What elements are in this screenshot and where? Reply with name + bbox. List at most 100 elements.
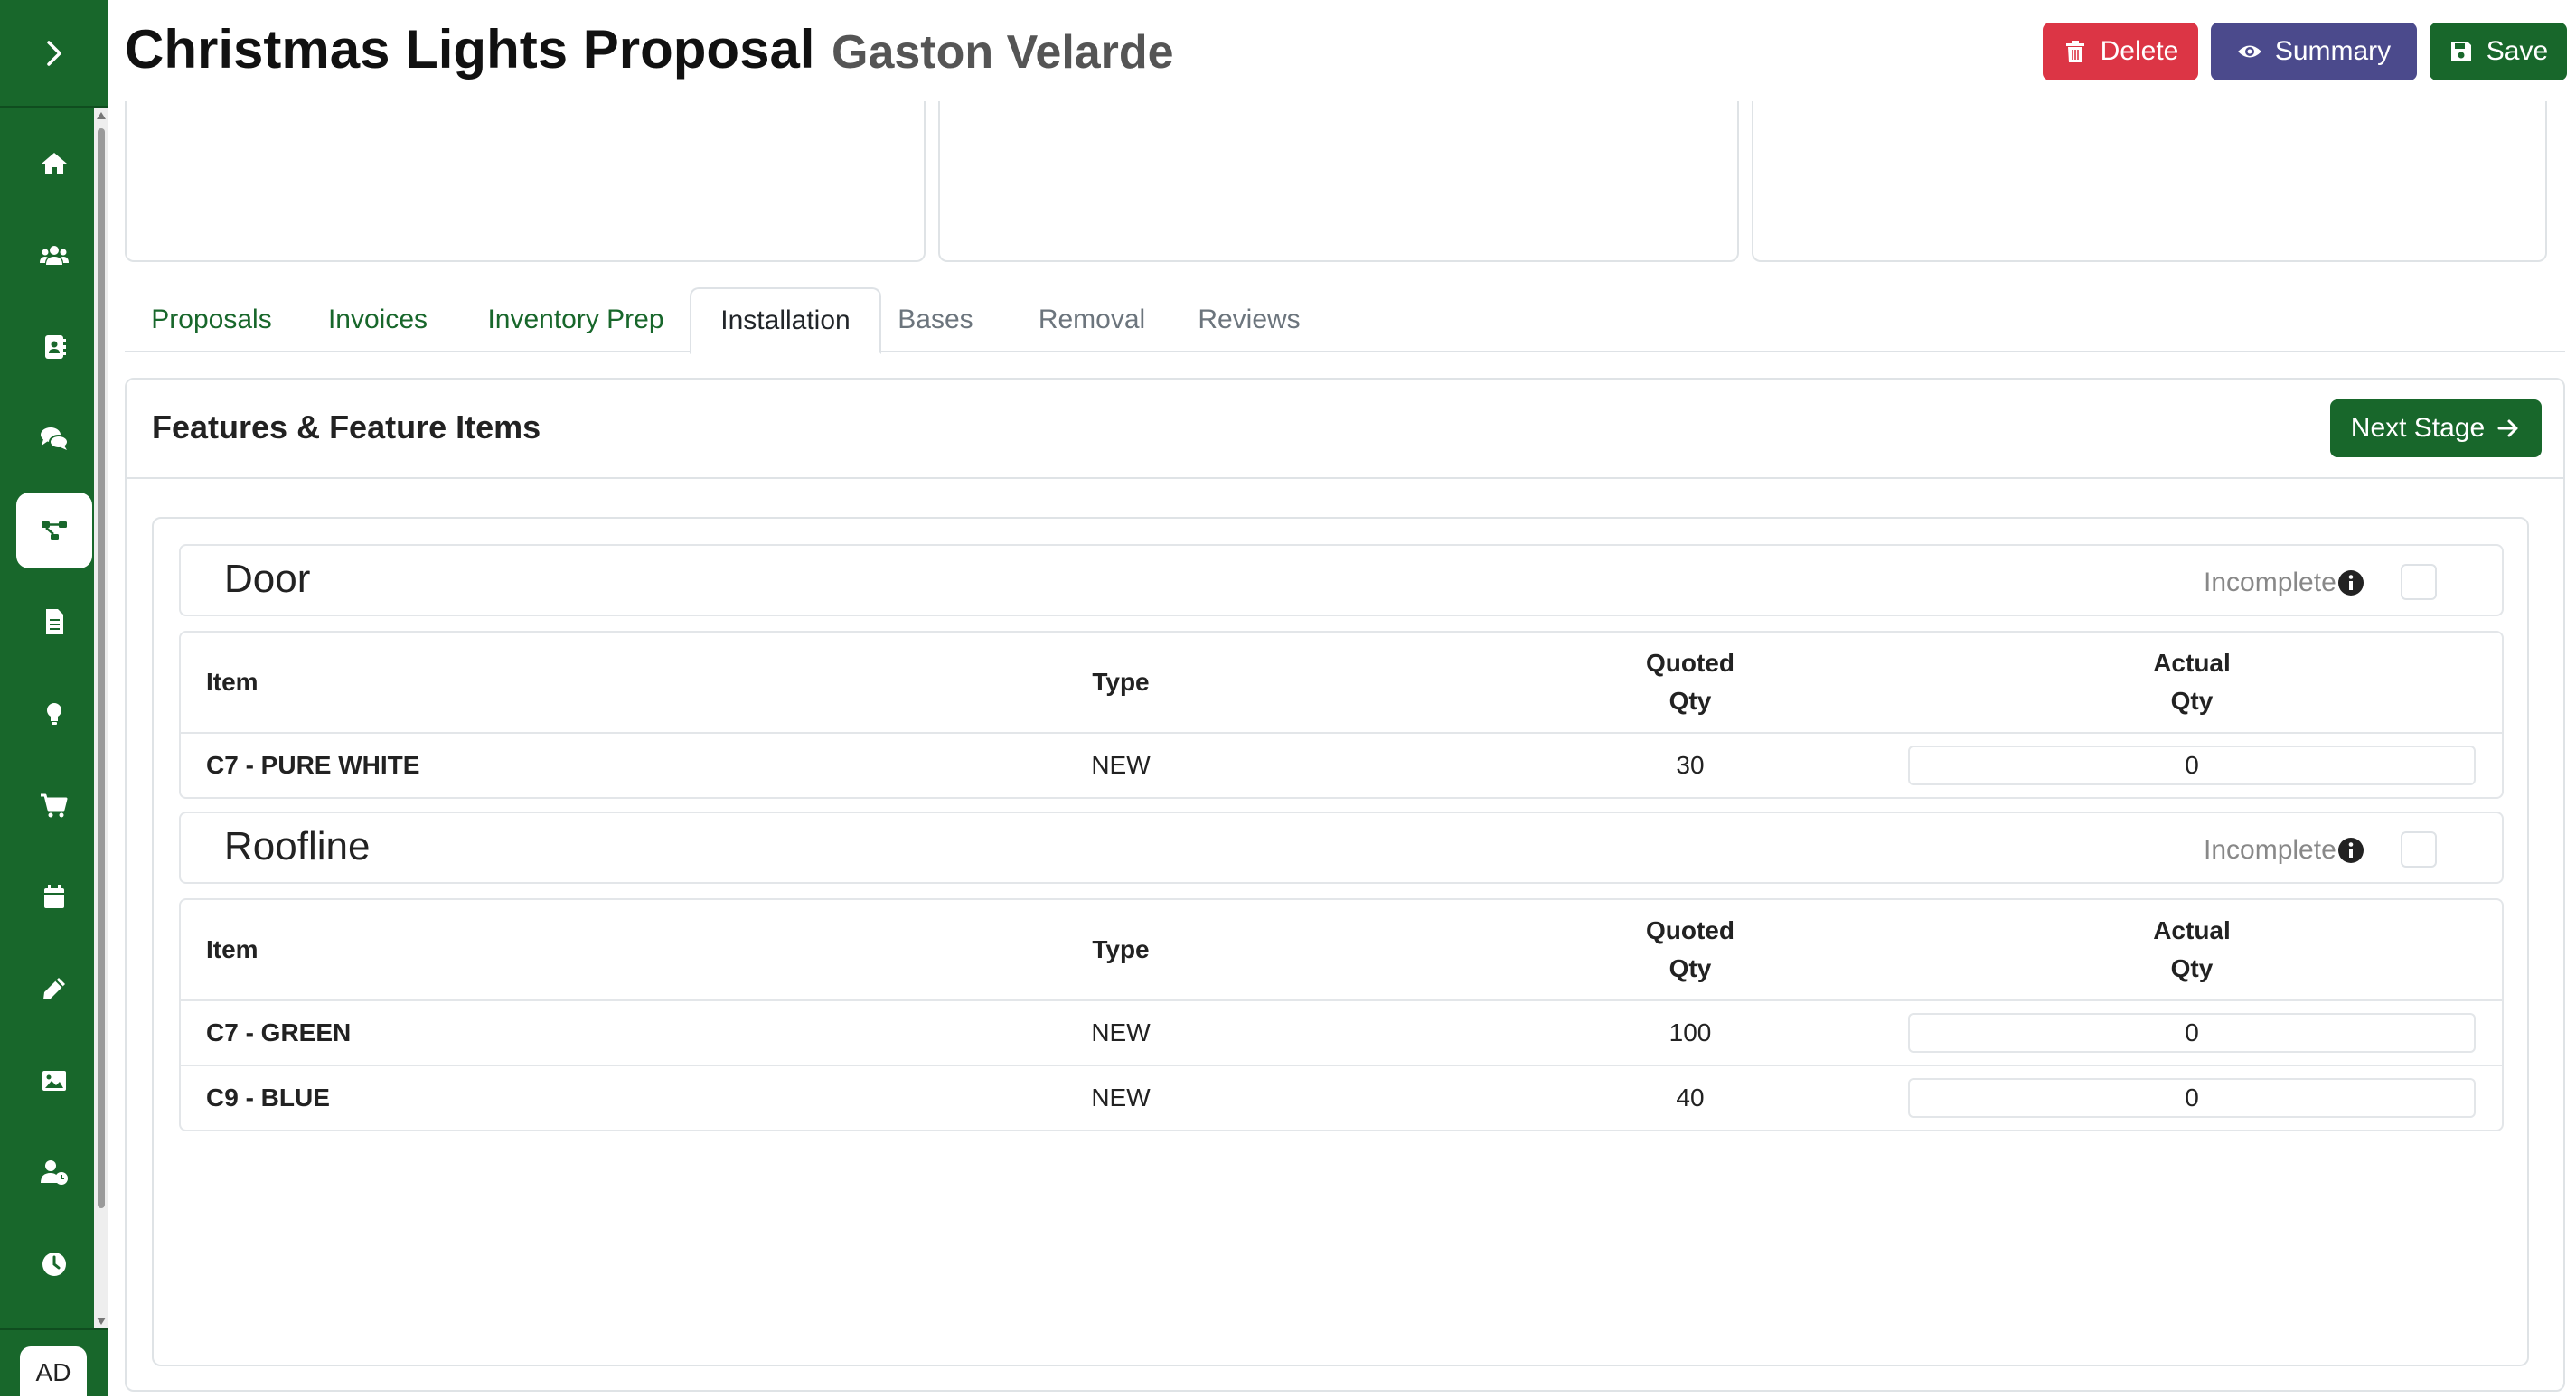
summary-card bbox=[125, 101, 926, 262]
tab-installation[interactable]: Installation bbox=[690, 287, 881, 354]
sidebar-item-staff[interactable] bbox=[0, 1127, 108, 1219]
column-header-actual-qty: Actual Qty bbox=[2153, 916, 2231, 982]
item-name: C9 - BLUE bbox=[206, 1084, 330, 1112]
sidebar-item-history[interactable] bbox=[0, 1218, 108, 1310]
column-header-item: Item bbox=[206, 935, 259, 963]
item-name: C7 - GREEN bbox=[206, 1018, 352, 1046]
feature-header-door: Door Incomplete bbox=[179, 544, 2504, 616]
summary-button-label: Summary bbox=[2274, 36, 2392, 66]
users-icon bbox=[40, 246, 69, 266]
table-header-row: Item Type Quoted Qty Actual Qty bbox=[181, 633, 2502, 732]
feature-status: Incomplete bbox=[2204, 568, 2336, 597]
lightbulb-icon bbox=[47, 702, 61, 725]
sidebar-item-workflow[interactable] bbox=[0, 484, 108, 577]
clock-icon bbox=[42, 1252, 66, 1276]
column-header-type: Type bbox=[1092, 668, 1150, 696]
delete-button[interactable]: Delete bbox=[2043, 23, 2198, 80]
image-icon bbox=[42, 1070, 66, 1091]
sidebar-item-messages[interactable] bbox=[0, 393, 108, 485]
tab-removal[interactable]: Removal bbox=[1034, 287, 1150, 352]
feature-name: Door bbox=[224, 557, 311, 601]
document-icon bbox=[46, 609, 63, 635]
tab-bases[interactable]: Bases bbox=[897, 287, 974, 352]
sidebar-item-documents[interactable] bbox=[0, 577, 108, 669]
sidebar-footer: AD bbox=[0, 1328, 108, 1398]
save-button-label: Save bbox=[2486, 36, 2549, 66]
tab-proposals[interactable]: Proposals bbox=[150, 287, 273, 352]
quoted-qty: 100 bbox=[1669, 1018, 1712, 1046]
next-stage-button[interactable]: Next Stage bbox=[2330, 399, 2542, 457]
sidebar-item-customers[interactable] bbox=[0, 210, 108, 302]
actual-qty-cell bbox=[1907, 1066, 2477, 1130]
actual-qty-cell bbox=[1907, 1001, 2477, 1065]
info-icon[interactable] bbox=[2337, 569, 2364, 596]
summary-card bbox=[1752, 101, 2547, 262]
user-avatar[interactable]: AD bbox=[20, 1346, 87, 1398]
trash-icon bbox=[2065, 41, 2084, 62]
sidebar-item-home[interactable] bbox=[0, 117, 108, 210]
quoted-qty: 30 bbox=[1676, 751, 1705, 779]
sidebar-item-gallery[interactable] bbox=[0, 1035, 108, 1127]
features-list: Door Incomplete Item Type Quoted Qty Actu… bbox=[152, 517, 2529, 1366]
table-row: C9 - BLUE NEW 40 bbox=[181, 1065, 2502, 1130]
summary-button[interactable]: Summary bbox=[2211, 23, 2417, 80]
actual-qty-input[interactable] bbox=[1908, 1078, 2476, 1118]
customer-name: Gaston Velarde bbox=[832, 26, 1174, 79]
address-book-icon bbox=[45, 334, 66, 359]
tab-reviews[interactable]: Reviews bbox=[1197, 287, 1302, 352]
tab-invoices[interactable]: Invoices bbox=[325, 287, 430, 352]
features-panel: Features & Feature Items Next Stage Door… bbox=[125, 378, 2565, 1392]
sidebar-item-contacts[interactable] bbox=[0, 301, 108, 393]
feature-status: Incomplete bbox=[2204, 835, 2336, 865]
feature-header-roofline: Roofline Incomplete bbox=[179, 812, 2504, 884]
workflow-icon bbox=[42, 521, 67, 540]
user-clock-icon bbox=[41, 1160, 68, 1186]
home-icon bbox=[42, 152, 67, 174]
sidebar: AD bbox=[0, 0, 108, 1398]
tab-inventory-prep[interactable]: Inventory Prep bbox=[481, 287, 671, 352]
summary-card bbox=[938, 101, 1739, 262]
quoted-qty: 40 bbox=[1676, 1084, 1705, 1112]
item-type: NEW bbox=[1091, 751, 1151, 779]
sidebar-nav bbox=[0, 117, 108, 1310]
table-row: C7 - PURE WHITE NEW 30 bbox=[181, 732, 2502, 797]
complete-checkbox[interactable] bbox=[2401, 564, 2437, 600]
complete-checkbox[interactable] bbox=[2401, 831, 2437, 868]
floppy-disk-icon bbox=[2450, 42, 2471, 61]
scroll-down-arrow-icon[interactable] bbox=[97, 1318, 106, 1325]
sidebar-toggle-button[interactable] bbox=[0, 0, 108, 108]
feature-items-table-roofline: Item Type Quoted Qty Actual Qty C7 - GREEN… bbox=[179, 898, 2504, 1131]
sidebar-item-edit[interactable] bbox=[0, 943, 108, 1036]
actual-qty-cell bbox=[1907, 734, 2477, 797]
comments-icon bbox=[41, 427, 69, 451]
delete-button-label: Delete bbox=[2100, 36, 2179, 66]
page-title: Christmas Lights Proposal bbox=[125, 19, 815, 80]
feature-items-table-door: Item Type Quoted Qty Actual Qty C7 - PURE … bbox=[179, 631, 2504, 799]
sidebar-item-lights[interactable] bbox=[0, 668, 108, 760]
cart-icon bbox=[41, 793, 68, 818]
arrow-right-icon bbox=[2497, 419, 2518, 437]
column-header-item: Item bbox=[206, 668, 259, 696]
calendar-icon bbox=[44, 884, 64, 908]
chevron-right-icon bbox=[47, 40, 61, 66]
page-header: Christmas Lights Proposal Gaston Velarde… bbox=[108, 0, 2576, 103]
pencil-icon bbox=[43, 978, 65, 1000]
column-header-type: Type bbox=[1092, 935, 1150, 963]
item-type: NEW bbox=[1091, 1084, 1151, 1112]
sidebar-scrollbar[interactable] bbox=[94, 108, 108, 1328]
table-row: C7 - GREEN NEW 100 bbox=[181, 999, 2502, 1065]
save-button[interactable]: Save bbox=[2430, 23, 2567, 80]
actual-qty-input[interactable] bbox=[1908, 1013, 2476, 1053]
scroll-up-arrow-icon[interactable] bbox=[97, 112, 106, 119]
stage-tabs: Proposals Invoices Inventory Prep Instal… bbox=[125, 287, 2565, 354]
table-header-row: Item Type Quoted Qty Actual Qty bbox=[181, 900, 2502, 999]
summary-cards bbox=[125, 101, 2565, 262]
sidebar-item-orders[interactable] bbox=[0, 760, 108, 852]
scrollbar-thumb[interactable] bbox=[98, 128, 105, 1208]
item-name: C7 - PURE WHITE bbox=[206, 751, 420, 779]
actual-qty-input[interactable] bbox=[1908, 746, 2476, 785]
eye-icon bbox=[2237, 45, 2261, 58]
info-icon[interactable] bbox=[2337, 837, 2364, 864]
sidebar-item-calendar[interactable] bbox=[0, 851, 108, 943]
item-type: NEW bbox=[1091, 1018, 1151, 1046]
